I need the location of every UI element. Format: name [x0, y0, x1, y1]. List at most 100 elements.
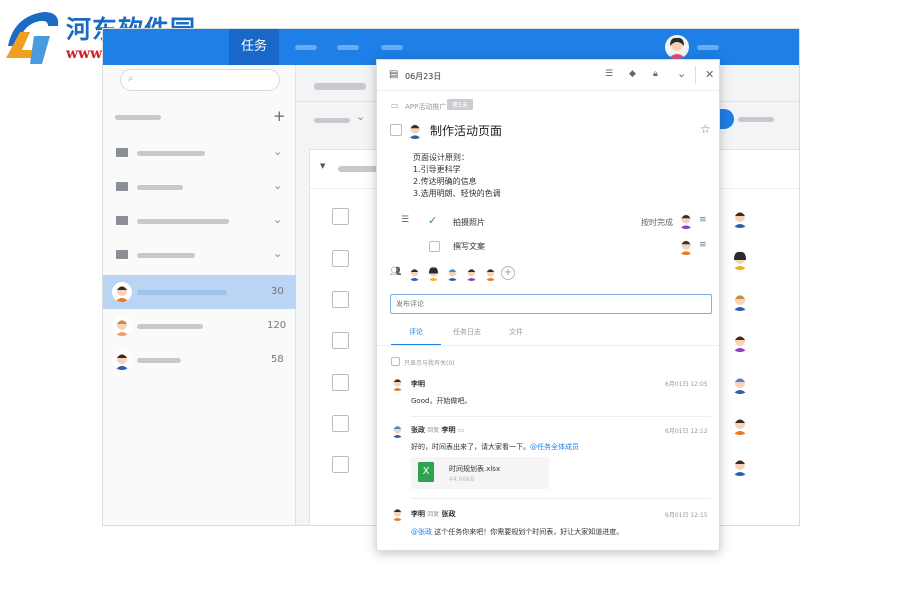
task-checkbox[interactable] [332, 291, 349, 308]
add-task-button[interactable] [720, 109, 734, 129]
sidebar-item-folder[interactable]: ⌄ [103, 170, 296, 204]
chevron-down-icon[interactable]: ⌄ [677, 67, 686, 80]
subtask-menu-icon[interactable]: ≡ [699, 240, 707, 250]
folder-icon [116, 250, 128, 259]
comment-author[interactable]: 张政 [411, 426, 425, 434]
task-complete-checkbox[interactable] [390, 124, 402, 136]
member-avatar[interactable] [426, 266, 441, 281]
assignee-avatar[interactable] [730, 456, 750, 476]
reply-to[interactable]: 李明 [441, 426, 455, 434]
tab-files[interactable]: 文件 [509, 327, 523, 337]
divider [377, 345, 719, 346]
member-name-placeholder [137, 358, 181, 363]
nav-item-placeholder[interactable] [295, 45, 317, 50]
collapse-icon[interactable]: ▼ [320, 162, 325, 170]
comment-author-avatar [390, 376, 405, 391]
list-icon[interactable]: ☰ [605, 69, 613, 79]
nav-item-placeholder[interactable] [337, 45, 359, 50]
tab-task[interactable]: 任务 [229, 29, 279, 65]
filter-checkbox[interactable] [391, 357, 400, 366]
member-avatar[interactable] [407, 266, 422, 281]
nav-item-placeholder[interactable] [381, 45, 403, 50]
sidebar-item-folder[interactable]: ⌄ [103, 204, 296, 238]
mention-link[interactable]: @任务全体成员 [530, 443, 579, 451]
comment-author[interactable]: 李明 [411, 510, 425, 518]
sidebar-item-folder[interactable]: ⌄ [103, 238, 296, 272]
folder-label-placeholder [137, 219, 229, 224]
username-placeholder[interactable] [697, 45, 719, 50]
sidebar-item-member[interactable]: 120 [103, 309, 296, 343]
search-icon: ⌕ [128, 73, 134, 84]
assignee-avatar[interactable] [730, 415, 750, 435]
search-input[interactable]: ⌕ [120, 69, 280, 91]
comment-body: 好的，时间表出来了，请大家看一下。@任务全体成员 [411, 442, 579, 452]
tab-comments[interactable]: 评论 [409, 327, 423, 337]
comment-input[interactable] [390, 294, 712, 314]
assignee-avatar[interactable] [730, 208, 750, 228]
task-checkbox[interactable] [332, 374, 349, 391]
user-avatar[interactable] [665, 35, 689, 59]
star-icon[interactable]: ☆ [700, 122, 711, 136]
subtask-assignee-avatar[interactable] [677, 211, 695, 229]
file-name[interactable]: 时间规划表.xlsx [449, 464, 500, 474]
task-detail-panel: ▤ 06月23日 ☰ ◆ 🔒︎ ⌄ ✕ ▭ APP活动推广 第3天 制作活动页面… [376, 59, 720, 551]
mention-link[interactable]: @张政 [411, 528, 432, 536]
project-name[interactable]: APP活动推广 [405, 102, 446, 112]
chevron-down-icon[interactable]: ⌄ [273, 179, 282, 192]
description-line: 页面设计原则： [413, 153, 469, 162]
avatar [112, 350, 132, 370]
subtask-menu-icon[interactable]: ≡ [699, 215, 707, 225]
check-icon[interactable]: ✓ [428, 214, 437, 227]
assignee-avatar[interactable] [406, 121, 424, 139]
task-checkbox[interactable] [332, 456, 349, 473]
calendar-icon: ▤ [389, 69, 399, 80]
add-member-button[interactable]: + [501, 266, 515, 280]
member-avatar[interactable] [445, 266, 460, 281]
comment-text: Good，开始做吧。 [411, 397, 472, 405]
chevron-down-icon[interactable]: ⌄ [356, 110, 365, 123]
close-icon[interactable]: ✕ [705, 68, 714, 81]
comment-time: 6月01日 12:05 [665, 381, 708, 388]
description-line: 2.传达明确的信息 [413, 177, 477, 186]
file-attachment[interactable]: X 时间规划表.xlsx 44.66KB [411, 457, 549, 489]
member-avatar[interactable] [483, 266, 498, 281]
assignee-avatar[interactable] [730, 332, 750, 352]
chevron-down-icon[interactable]: ⌄ [273, 247, 282, 260]
member-avatar[interactable] [464, 266, 479, 281]
assignee-avatar[interactable] [730, 250, 750, 270]
lock-icon[interactable]: 🔒︎ [653, 69, 658, 79]
sidebar-item-member[interactable]: 30 [103, 275, 296, 309]
due-date[interactable]: 06月23日 [405, 71, 441, 82]
task-checkbox[interactable] [332, 332, 349, 349]
subtask-assignee-avatar[interactable] [677, 237, 695, 255]
tag-icon[interactable]: ◆ [629, 69, 636, 79]
chevron-down-icon[interactable]: ⌄ [273, 213, 282, 226]
comment-author[interactable]: 李明 [411, 379, 425, 389]
folder-icon [116, 216, 128, 225]
comment-time: 6月01日 12:12 [665, 428, 708, 435]
task-checkbox[interactable] [332, 250, 349, 267]
toolbar-placeholder[interactable] [738, 117, 774, 122]
tab-task-log[interactable]: 任务日志 [453, 327, 481, 337]
task-title[interactable]: 制作活动页面 [430, 122, 502, 139]
subtask-checkbox[interactable] [429, 241, 440, 252]
subtask-label[interactable]: 撰写文案 [453, 241, 485, 252]
subtask-label[interactable]: 拍摄照片 [453, 217, 485, 228]
filter-placeholder[interactable] [314, 118, 350, 123]
task-checkbox[interactable] [332, 415, 349, 432]
reply-to[interactable]: 张政 [441, 510, 455, 518]
divider [377, 90, 719, 91]
chevron-down-icon[interactable]: ⌄ [273, 145, 282, 158]
sidebar-item-folder[interactable]: ⌄ [103, 136, 296, 170]
assignee-avatar[interactable] [730, 374, 750, 394]
comment-author-avatar [390, 506, 405, 521]
assignee-avatar[interactable] [730, 291, 750, 311]
comment-text: 好的，时间表出来了，请大家看一下。 [411, 443, 530, 451]
clipboard-icon: ▭ [391, 101, 399, 110]
task-checkbox[interactable] [332, 208, 349, 225]
item-count: 30 [271, 286, 284, 297]
member-name-placeholder [137, 324, 203, 329]
filter-label[interactable]: 只显示与我有关(0) [404, 358, 455, 367]
add-icon[interactable]: + [273, 107, 286, 125]
sidebar-item-member[interactable]: 58 [103, 343, 296, 377]
